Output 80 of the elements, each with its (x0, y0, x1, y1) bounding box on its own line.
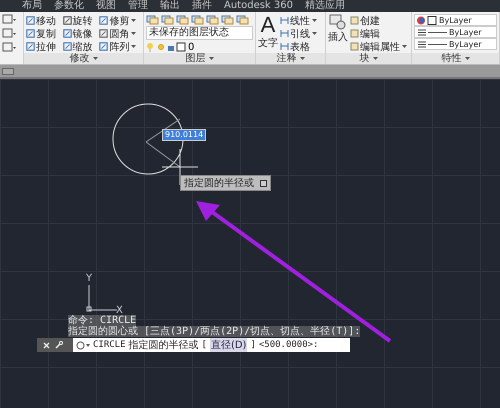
wrench-icon[interactable] (55, 341, 63, 349)
layer-tool-icon[interactable] (221, 14, 234, 25)
tool-button[interactable]: 移动 (26, 14, 61, 27)
ribbon-tab[interactable]: 管理 (128, 0, 148, 12)
tool-button[interactable]: 圆角 (99, 27, 141, 40)
command-prompt: 指定圆的半径或 (128, 338, 199, 352)
tool-icon[interactable] (2, 14, 16, 25)
tool-button[interactable]: 编辑属性 (350, 40, 409, 53)
tool-icon[interactable] (2, 42, 16, 53)
text-tool-button[interactable]: A 文字 (258, 14, 278, 53)
ribbon-tab[interactable]: 布局 (22, 0, 42, 12)
tool-button[interactable]: 阵列 (99, 40, 141, 53)
dimension-icon (280, 42, 289, 51)
tool-icon[interactable] (2, 28, 16, 39)
panel-title[interactable]: 修改 (24, 53, 143, 64)
tool-button[interactable]: 引线 (280, 27, 323, 40)
tooltip: 指定圆的半径或 (180, 175, 271, 191)
dimension-icon (280, 29, 289, 38)
radius-input-tooltip[interactable]: 910.0114 (162, 129, 206, 141)
close-icon[interactable] (43, 342, 50, 348)
layer-tool-icon[interactable] (146, 14, 159, 25)
property-dropdown[interactable]: ByLayer (414, 26, 497, 38)
tool-icon (99, 29, 108, 38)
caret-icon (300, 57, 305, 61)
ribbon-tab[interactable]: 参数化 (54, 0, 84, 12)
bracket-close: ] (250, 340, 256, 350)
panel-title[interactable]: 特性 (412, 53, 499, 64)
ribbon-tab[interactable]: 插件 (192, 0, 212, 12)
command-menu-icon[interactable] (76, 340, 90, 350)
tool-icon (99, 42, 108, 51)
tool-icon (62, 29, 72, 38)
tool-icon (62, 16, 72, 25)
tool-button[interactable]: 复制 (26, 27, 61, 40)
tool-icon (99, 16, 108, 25)
panel-title[interactable]: 图层 (144, 53, 255, 64)
caret-icon (372, 57, 378, 61)
layer-state-dropdown[interactable]: 未保存的图层状态 (146, 26, 253, 40)
layer-tool-icon[interactable] (236, 14, 249, 25)
panel-title[interactable]: 块 (326, 53, 411, 64)
tool-button[interactable]: 拉伸 (26, 40, 61, 53)
ribbon-tab[interactable]: 输出 (160, 0, 180, 12)
property-dropdown[interactable]: ByLayer (414, 38, 497, 50)
caret-icon (92, 57, 98, 61)
layer-tool-icon[interactable] (191, 14, 204, 25)
dimension-icon (280, 16, 289, 25)
caret-icon (464, 57, 470, 61)
ribbon-tab[interactable]: 视图 (96, 0, 116, 12)
layer-tool-icon[interactable] (176, 14, 189, 25)
ribbon-tab[interactable]: Autodesk 360 (224, 0, 293, 12)
tool-button[interactable]: 旋转 (62, 14, 98, 27)
caret-icon (208, 57, 214, 61)
command-name: CIRCLE (93, 340, 126, 350)
layer-status-icon[interactable] (146, 42, 186, 52)
layer-tool-icon[interactable] (161, 14, 174, 25)
bracket-open: [ (202, 340, 207, 350)
property-dropdown[interactable]: ByLayer (414, 14, 497, 26)
layer-dropdown[interactable]: 0 (146, 41, 253, 53)
tool-button[interactable]: 修剪 (99, 14, 141, 27)
default-value: <500.0000>: (258, 340, 318, 350)
tool-button[interactable]: 表格 (280, 40, 323, 53)
tool-button[interactable]: 创建 (350, 14, 409, 27)
tool-button[interactable]: 线性 (280, 14, 323, 27)
layer-tool-icon[interactable] (206, 14, 219, 25)
tool-button[interactable]: 镜像 (62, 27, 98, 40)
panel-title[interactable]: 注释 (256, 53, 325, 64)
tool-button[interactable]: 编辑 (350, 27, 409, 40)
linetype-icon (417, 40, 447, 48)
tool-button[interactable]: 缩放 (62, 40, 98, 53)
command-line-field[interactable]: CIRCLE 指定圆的半径或 [ 直径(D) ] <500.0000>: (73, 338, 350, 352)
drawing-canvas[interactable]: 910.0114 指定圆的半径或 Y X 命令: CIRCLE 指定圆的圆心或 [三点(3P)/两点(2P)/切点、切点、半径(T)]: CIRCLE 指定圆的半径或 [ 直径(D) ] <500.0000>: (0, 79, 500, 408)
color-icon (417, 16, 437, 24)
insert-button[interactable]: 插入 (328, 14, 348, 53)
file-tab-icon[interactable] (2, 68, 14, 74)
ucs-axes-drawing: Y X (86, 272, 126, 314)
tool-icon (26, 29, 35, 38)
tool-icon (62, 42, 72, 51)
tool-icon (26, 42, 35, 51)
linetype-icon (417, 28, 447, 36)
tool-icon (26, 16, 35, 25)
option-link[interactable]: 直径(D) (210, 338, 248, 352)
